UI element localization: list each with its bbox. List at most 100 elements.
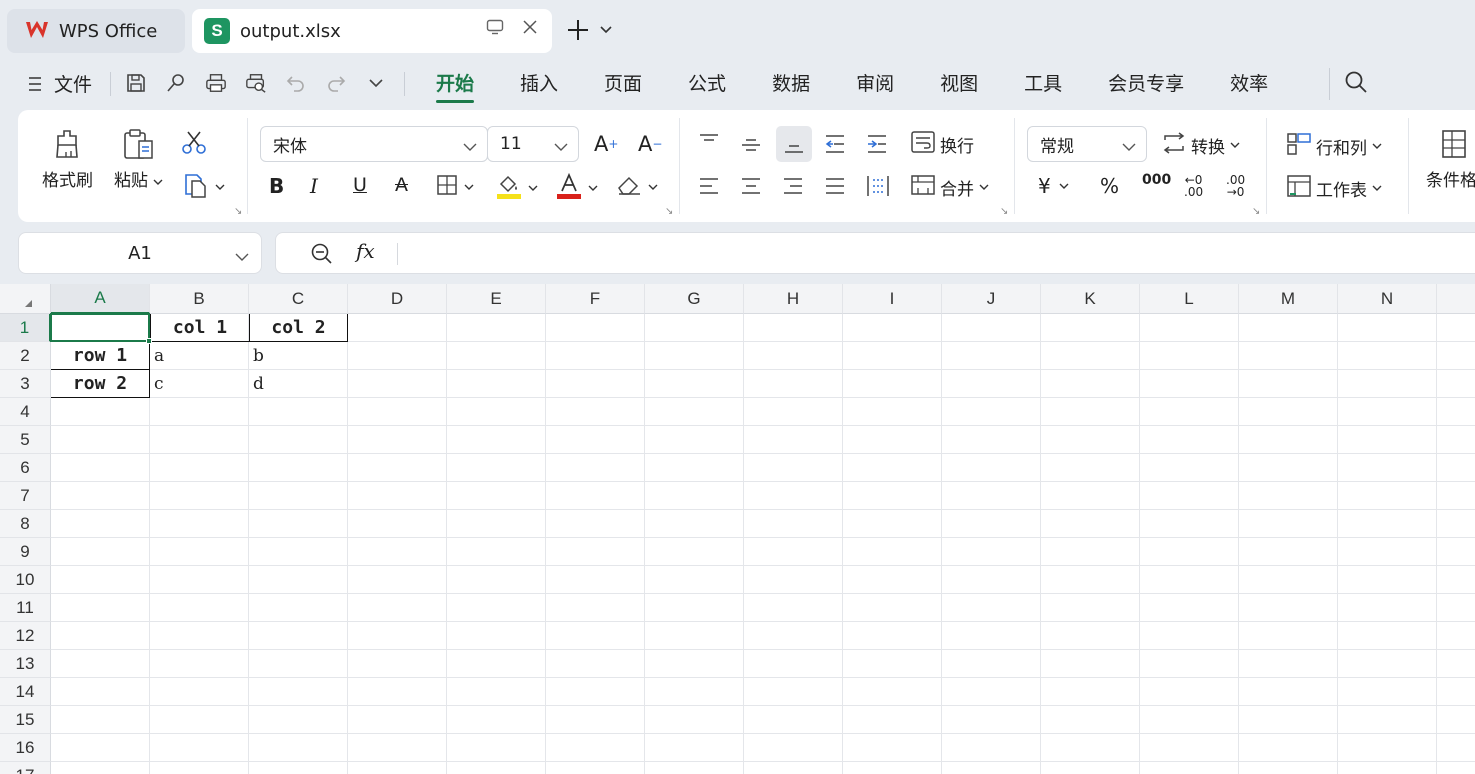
fill-color-button[interactable] [496, 172, 538, 205]
cut-icon[interactable] [181, 130, 207, 156]
thousands-separator-icon[interactable]: 000 [1142, 172, 1171, 188]
cell-b3[interactable]: c [150, 370, 249, 398]
font-size-select[interactable]: 11 [487, 126, 579, 162]
column-header-g[interactable]: G [645, 284, 744, 314]
save-icon[interactable] [125, 70, 147, 96]
cell-c1[interactable]: col 2 [249, 314, 348, 342]
paste-button[interactable]: 粘贴 [114, 128, 163, 191]
strikethrough-icon[interactable]: A [395, 174, 408, 196]
formula-bar[interactable]: fx [275, 232, 1475, 274]
row-header-15[interactable]: 15 [0, 706, 51, 734]
column-header-j[interactable]: J [942, 284, 1041, 314]
clear-button[interactable] [616, 174, 658, 201]
decrease-indent-icon[interactable] [824, 134, 846, 154]
cell-a2[interactable]: row 1 [51, 342, 150, 370]
convert-button[interactable]: 转换 [1161, 132, 1240, 159]
row-header-2[interactable]: 2 [0, 342, 51, 370]
tab-tools[interactable]: 工具 [1024, 69, 1062, 103]
cell-c2[interactable]: b [249, 342, 348, 370]
font-dialog-launcher-icon[interactable]: ↘ [665, 206, 673, 217]
new-tab-plus-icon[interactable] [566, 18, 590, 42]
align-top-icon[interactable] [698, 132, 720, 152]
row-header-13[interactable]: 13 [0, 650, 51, 678]
currency-button[interactable]: ¥ [1038, 174, 1069, 198]
number-format-select[interactable]: 常规 [1027, 126, 1147, 162]
align-middle-icon[interactable] [740, 134, 762, 154]
print-icon[interactable] [205, 70, 227, 96]
row-header-1[interactable]: 1 [0, 314, 51, 342]
spreadsheet-grid[interactable]: ABCDEFGHIJKLMN1234567891011121314151617c… [0, 284, 1475, 774]
copy-button[interactable] [183, 172, 225, 203]
rows-columns-button[interactable]: 行和列 [1286, 132, 1382, 161]
merge-button[interactable]: 合并 [910, 174, 989, 201]
row-header-12[interactable]: 12 [0, 622, 51, 650]
justify-icon[interactable] [824, 176, 846, 196]
row-header-8[interactable]: 8 [0, 510, 51, 538]
align-left-icon[interactable] [698, 176, 720, 196]
cell-b1[interactable]: col 1 [150, 314, 249, 342]
more-chevron-down-icon[interactable] [365, 70, 387, 96]
tab-insert[interactable]: 插入 [520, 69, 558, 103]
row-header-4[interactable]: 4 [0, 398, 51, 426]
underline-icon[interactable]: U [353, 174, 367, 196]
tab-list-chevron-down-icon[interactable] [600, 26, 612, 34]
active-cell-selection[interactable] [50, 313, 150, 342]
tab-review[interactable]: 审阅 [856, 69, 894, 103]
row-header-9[interactable]: 9 [0, 538, 51, 566]
column-header-m[interactable]: M [1239, 284, 1338, 314]
format-painter-button[interactable]: 格式刷 [42, 128, 93, 191]
percent-icon[interactable]: % [1100, 174, 1119, 198]
print-preview-icon[interactable] [245, 70, 267, 96]
cell-c3[interactable]: d [249, 370, 348, 398]
alignment-dialog-launcher-icon[interactable]: ↘ [1000, 206, 1008, 217]
column-header-n[interactable]: N [1338, 284, 1437, 314]
tab-efficiency[interactable]: 效率 [1230, 69, 1268, 103]
italic-icon[interactable]: I [310, 174, 318, 198]
row-header-17[interactable]: 17 [0, 762, 51, 774]
align-center-icon[interactable] [740, 176, 762, 196]
tab-formula[interactable]: 公式 [688, 69, 726, 103]
column-header-d[interactable]: D [348, 284, 447, 314]
distributed-align-icon[interactable] [866, 174, 890, 198]
file-menu-button[interactable]: 文件 [28, 70, 92, 97]
column-header-f[interactable]: F [546, 284, 645, 314]
search-icon[interactable] [1344, 70, 1368, 94]
number-dialog-launcher-icon[interactable]: ↘ [1252, 206, 1260, 217]
select-all-corner[interactable] [0, 284, 51, 314]
column-header-a[interactable]: A [51, 284, 150, 314]
tab-output-xlsx[interactable]: S output.xlsx [192, 9, 552, 53]
column-header-h[interactable]: H [744, 284, 843, 314]
borders-button[interactable] [436, 174, 474, 201]
column-header-k[interactable]: K [1041, 284, 1140, 314]
close-tab-icon[interactable] [522, 19, 538, 35]
tab-view[interactable]: 视图 [940, 69, 978, 103]
fill-handle[interactable] [146, 338, 152, 344]
column-header-i[interactable]: I [843, 284, 942, 314]
tab-home[interactable]: 开始 [436, 69, 475, 103]
row-header-7[interactable]: 7 [0, 482, 51, 510]
tab-wps-office[interactable]: WPS Office [7, 9, 185, 53]
window-mode-icon[interactable] [486, 19, 504, 35]
zoom-out-icon[interactable] [310, 242, 334, 270]
align-bottom-icon[interactable] [776, 126, 812, 162]
tab-member[interactable]: 会员专享 [1108, 69, 1184, 103]
bold-icon[interactable]: B [269, 174, 284, 198]
insert-function-icon[interactable]: fx [356, 239, 375, 263]
row-header-16[interactable]: 16 [0, 734, 51, 762]
increase-font-size-icon[interactable]: A + [594, 132, 618, 156]
column-header-b[interactable]: B [150, 284, 249, 314]
undo-icon[interactable] [285, 70, 307, 96]
row-header-11[interactable]: 11 [0, 594, 51, 622]
name-box[interactable]: A1 [18, 232, 262, 274]
tab-page[interactable]: 页面 [604, 69, 642, 103]
increase-indent-icon[interactable] [866, 134, 888, 154]
redo-icon[interactable] [325, 70, 347, 96]
wrap-text-button[interactable]: 换行 [910, 130, 974, 159]
decrease-decimal-icon[interactable]: .00 →0 [1226, 174, 1245, 198]
row-header-14[interactable]: 14 [0, 678, 51, 706]
row-header-3[interactable]: 3 [0, 370, 51, 398]
column-header-l[interactable]: L [1140, 284, 1239, 314]
font-color-button[interactable] [556, 172, 598, 205]
row-header-10[interactable]: 10 [0, 566, 51, 594]
worksheet-button[interactable]: 工作表 [1286, 174, 1382, 203]
